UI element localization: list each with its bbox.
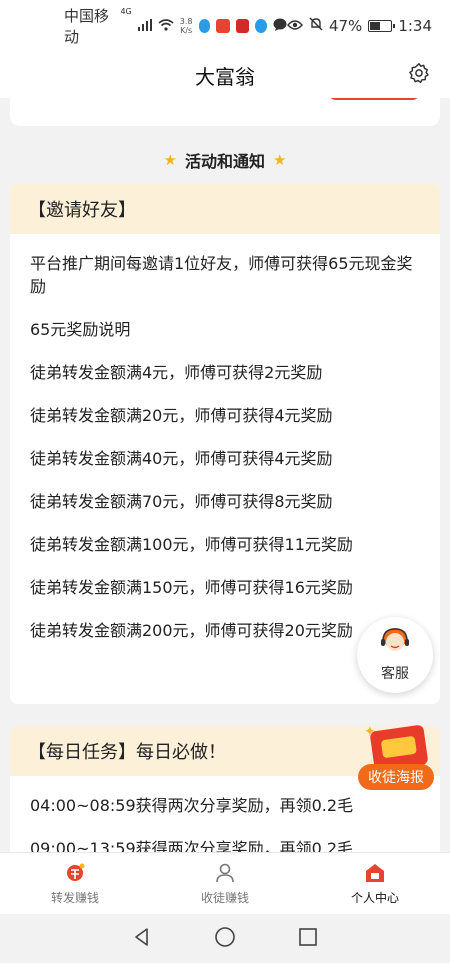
invite-line: 65元奖励说明 (30, 320, 131, 339)
daily-task-line: 04:00~08:59获得两次分享奖励，再领0.2毛 (30, 796, 354, 815)
star-icon: ★ (163, 151, 177, 169)
invite-card-body: 平台推广期间每邀请1位好友，师傅可获得65元现金奖励 65元奖励说明 徒弟转发金… (10, 234, 440, 672)
customer-service-button[interactable]: 客服 (357, 617, 433, 693)
nav-item-profile[interactable]: 个人中心 (300, 853, 450, 914)
net-speed-unit: K/s (180, 26, 193, 35)
section-heading: ★ 活动和通知 ★ (0, 148, 450, 172)
daily-task-line: 09:00~13:59获得两次分享奖励，再领0.2毛 (30, 839, 354, 852)
invite-line: 徒弟转发金额满4元，师傅可获得2元奖励 (30, 363, 323, 382)
top-card (10, 98, 440, 126)
eye-icon (287, 17, 303, 35)
recents-icon[interactable] (297, 926, 319, 952)
mute-icon (309, 17, 323, 35)
back-icon[interactable] (131, 926, 153, 952)
signal-icon (137, 17, 152, 35)
invite-line: 平台推广期间每邀请1位好友，师傅可获得65元现金奖励 (30, 254, 413, 296)
wifi-icon (158, 17, 174, 35)
gear-icon[interactable] (408, 62, 430, 84)
app-notification-icon (216, 19, 230, 33)
nav-label-share: 转发赚钱 (50, 891, 99, 905)
invite-line: 徒弟转发金额满150元，师傅可获得16元奖励 (30, 578, 353, 597)
invite-line: 徒弟转发金额满70元，师傅可获得8元奖励 (30, 492, 333, 511)
nav-item-apprentice[interactable]: 收徒赚钱 (150, 853, 300, 914)
status-bar: 中国移动 4G 3.8 K/s 47% 1:34 (0, 0, 450, 52)
apprentice-poster-button[interactable]: ✦ 收徒海报 (358, 724, 434, 792)
service-label: 客服 (381, 666, 409, 682)
status-left: 中国移动 4G 3.8 K/s (64, 5, 287, 47)
profile-home-icon (363, 861, 387, 885)
page-title: 大富翁 (195, 64, 255, 89)
app-notification-icon (255, 19, 267, 33)
battery-icon (368, 20, 396, 32)
invite-card-title: 【邀请好友】 (10, 184, 440, 234)
invite-line: 徒弟转发金额满40元，师傅可获得4元奖励 (30, 449, 333, 468)
battery-fill (370, 22, 380, 30)
chat-bubble-icon (273, 17, 287, 35)
app-header: 大富翁 (0, 52, 450, 98)
nav-label-profile: 个人中心 (350, 891, 399, 905)
app-notification-icon (198, 19, 211, 33)
nav-item-share[interactable]: 转发赚钱 (0, 853, 150, 914)
apprentice-icon (213, 861, 237, 885)
bottom-nav: 转发赚钱 收徒赚钱 个人中心 (0, 852, 450, 914)
home-icon[interactable] (214, 926, 236, 952)
clock: 1:34 (398, 17, 432, 35)
carrier-label: 中国移动 (64, 7, 110, 46)
poster-label: 收徒海报 (358, 764, 434, 790)
app-notification-icon (235, 19, 250, 33)
share-money-icon (63, 861, 87, 885)
system-nav-bar (0, 914, 450, 963)
net-speed-value: 3.8 (179, 17, 193, 26)
star-icon: ★ (273, 151, 287, 169)
battery-percent: 47% (328, 17, 363, 35)
network-label: 4G (120, 7, 132, 16)
net-speed: 3.8 K/s (180, 17, 193, 35)
nav-label-apprentice: 收徒赚钱 (200, 891, 249, 905)
status-right: 47% 1:34 (287, 17, 432, 35)
top-card-button[interactable] (328, 98, 420, 100)
invite-line: 徒弟转发金额满20元，师傅可获得4元奖励 (30, 406, 333, 425)
section-title: 活动和通知 (184, 152, 265, 171)
invite-line: 徒弟转发金额满100元，师傅可获得11元奖励 (30, 535, 353, 554)
service-avatar-icon (378, 627, 412, 661)
